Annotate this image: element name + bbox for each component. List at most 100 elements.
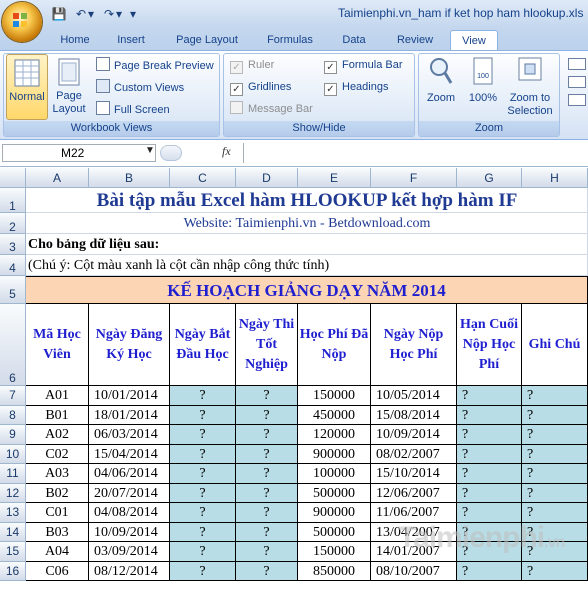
cell-ma-hoc-vien[interactable]: B01	[26, 405, 89, 425]
header-cell-ngay-dang-ky[interactable]: Ngày Đăng Ký Học	[89, 304, 170, 386]
cell-ngay-thi[interactable]: ?	[236, 425, 298, 445]
header-cell-han-cuoi[interactable]: Hạn Cuối Nộp Học Phí	[457, 304, 522, 386]
cell-ngay-nop[interactable]: 10/05/2014	[371, 386, 457, 406]
select-all-corner[interactable]	[0, 168, 26, 188]
row-header[interactable]: 7	[0, 386, 26, 406]
formula-input[interactable]	[243, 143, 588, 163]
tab-page-layout[interactable]: Page Layout	[170, 30, 244, 50]
cell-ngay-nop[interactable]: 12/06/2007	[371, 483, 457, 503]
headings-checkbox[interactable]: ✓ Headings	[324, 79, 388, 96]
name-box[interactable]: M22 ▼	[2, 144, 156, 162]
header-cell-ghi-chu[interactable]: Ghi Chú	[522, 304, 588, 386]
row-header[interactable]: 5	[0, 276, 26, 304]
cell-ma-hoc-vien[interactable]: A01	[26, 386, 89, 406]
cell-ngay-dang-ky[interactable]: 03/09/2014	[89, 542, 170, 562]
cell-ngay-thi[interactable]: ?	[236, 444, 298, 464]
row-header[interactable]: 2	[0, 213, 26, 234]
cell-hoc-phi[interactable]: 850000	[298, 561, 371, 581]
undo-dropdown-icon[interactable]: ▾	[86, 5, 96, 23]
tab-view[interactable]: View	[450, 30, 498, 50]
cell-ghi-chu[interactable]: ?	[522, 561, 588, 581]
cell-ngay-bat-dau[interactable]: ?	[170, 542, 236, 562]
website-text[interactable]: Website: Taimienphi.vn - Betdownload.com	[26, 213, 588, 234]
chevron-down-icon[interactable]: ▼	[145, 145, 155, 156]
cell-hoc-phi[interactable]: 450000	[298, 405, 371, 425]
cell-han-cuoi[interactable]: ?	[457, 425, 522, 445]
cell-ngay-dang-ky[interactable]: 04/08/2014	[89, 503, 170, 523]
normal-view-button[interactable]: Normal	[6, 54, 48, 120]
tab-home[interactable]: Home	[52, 30, 98, 50]
cell-ghi-chu[interactable]: ?	[522, 386, 588, 406]
note-text[interactable]: (Chú ý: Cột màu xanh là cột cần nhập côn…	[28, 255, 428, 276]
row-header[interactable]: 3	[0, 234, 26, 255]
cell-ngay-bat-dau[interactable]: ?	[170, 464, 236, 484]
row-header[interactable]: 14	[0, 522, 26, 542]
cell-ngay-bat-dau[interactable]: ?	[170, 561, 236, 581]
cell-hoc-phi[interactable]: 100000	[298, 464, 371, 484]
formula-bar-expander-icon[interactable]	[160, 145, 182, 161]
cell-ngay-dang-ky[interactable]: 18/01/2014	[89, 405, 170, 425]
cell-ghi-chu[interactable]: ?	[522, 444, 588, 464]
cell-hoc-phi[interactable]: 150000	[298, 386, 371, 406]
cell-ngay-nop[interactable]: 08/02/2007	[371, 444, 457, 464]
redo-dropdown-icon[interactable]: ▾	[114, 5, 124, 23]
cell-ghi-chu[interactable]: ?	[522, 483, 588, 503]
row-header[interactable]: 12	[0, 483, 26, 503]
column-header[interactable]: C	[170, 168, 236, 188]
cell-ma-hoc-vien[interactable]: A03	[26, 464, 89, 484]
row-header[interactable]: 10	[0, 444, 26, 464]
cell-ngay-dang-ky[interactable]: 04/06/2014	[89, 464, 170, 484]
row-header[interactable]: 11	[0, 464, 26, 484]
row-header[interactable]: 13	[0, 503, 26, 523]
cell-ngay-thi[interactable]: ?	[236, 464, 298, 484]
cell-han-cuoi[interactable]: ?	[457, 503, 522, 523]
plan-title[interactable]: KẾ HOẠCH GIẢNG DẠY NĂM 2014	[26, 276, 588, 304]
ruler-checkbox[interactable]: ✓ Ruler	[230, 57, 274, 74]
zoom-100-button[interactable]: 100 100%	[464, 56, 502, 120]
column-header[interactable]: A	[26, 168, 89, 188]
row-header[interactable]: 16	[0, 561, 26, 581]
cell-ma-hoc-vien[interactable]: B02	[26, 483, 89, 503]
header-cell-ma-hoc-vien[interactable]: Mã Học Viên	[26, 304, 89, 386]
cell-ngay-dang-ky[interactable]: 15/04/2014	[89, 444, 170, 464]
cell-ma-hoc-vien[interactable]: C01	[26, 503, 89, 523]
cell-ma-hoc-vien[interactable]: B03	[26, 522, 89, 542]
cell-ngay-nop[interactable]: 15/08/2014	[371, 405, 457, 425]
column-header[interactable]: G	[457, 168, 522, 188]
sheet-title[interactable]: Bài tập mẫu Excel hàm HLOOKUP kết hợp hà…	[26, 188, 588, 213]
message-bar-checkbox[interactable]: Message Bar	[230, 101, 313, 117]
cell-ngay-bat-dau[interactable]: ?	[170, 444, 236, 464]
cell-ngay-bat-dau[interactable]: ?	[170, 503, 236, 523]
cell-ngay-thi[interactable]: ?	[236, 483, 298, 503]
cell-ngay-dang-ky[interactable]: 06/03/2014	[89, 425, 170, 445]
cell-hoc-phi[interactable]: 900000	[298, 444, 371, 464]
cell-ngay-dang-ky[interactable]: 10/01/2014	[89, 386, 170, 406]
row-header[interactable]: 15	[0, 542, 26, 562]
page-layout-view-button[interactable]: Page Layout	[50, 56, 88, 120]
cell-han-cuoi[interactable]: ?	[457, 405, 522, 425]
cell-ngay-thi[interactable]: ?	[236, 503, 298, 523]
column-header[interactable]: E	[298, 168, 371, 188]
insert-function-icon[interactable]: fx	[222, 144, 231, 159]
cell-ngay-nop[interactable]: 08/10/2007	[371, 561, 457, 581]
cell-ngay-thi[interactable]: ?	[236, 522, 298, 542]
zoom-to-selection-button[interactable]: Zoom to Selection	[504, 56, 556, 120]
save-icon[interactable]: 💾	[50, 5, 68, 23]
header-cell-hoc-phi[interactable]: Học Phí Đã Nộp	[298, 304, 371, 386]
column-header[interactable]: D	[236, 168, 298, 188]
cell-ngay-thi[interactable]: ?	[236, 542, 298, 562]
column-header[interactable]: H	[522, 168, 588, 188]
cell-hoc-phi[interactable]: 900000	[298, 503, 371, 523]
intro-text[interactable]: Cho bảng dữ liệu sau:	[28, 234, 328, 255]
cell-ngay-nop[interactable]: 15/10/2014	[371, 464, 457, 484]
row-header[interactable]: 9	[0, 425, 26, 445]
cell-han-cuoi[interactable]: ?	[457, 561, 522, 581]
cell-han-cuoi[interactable]: ?	[457, 483, 522, 503]
customize-qat-icon[interactable]: ▾	[128, 5, 138, 23]
cell-ngay-thi[interactable]: ?	[236, 405, 298, 425]
cell-hoc-phi[interactable]: 500000	[298, 483, 371, 503]
cell-ghi-chu[interactable]: ?	[522, 405, 588, 425]
tab-insert[interactable]: Insert	[108, 30, 154, 50]
header-cell-ngay-thi[interactable]: Ngày Thi Tốt Nghiệp	[236, 304, 298, 386]
cell-ngay-bat-dau[interactable]: ?	[170, 522, 236, 542]
